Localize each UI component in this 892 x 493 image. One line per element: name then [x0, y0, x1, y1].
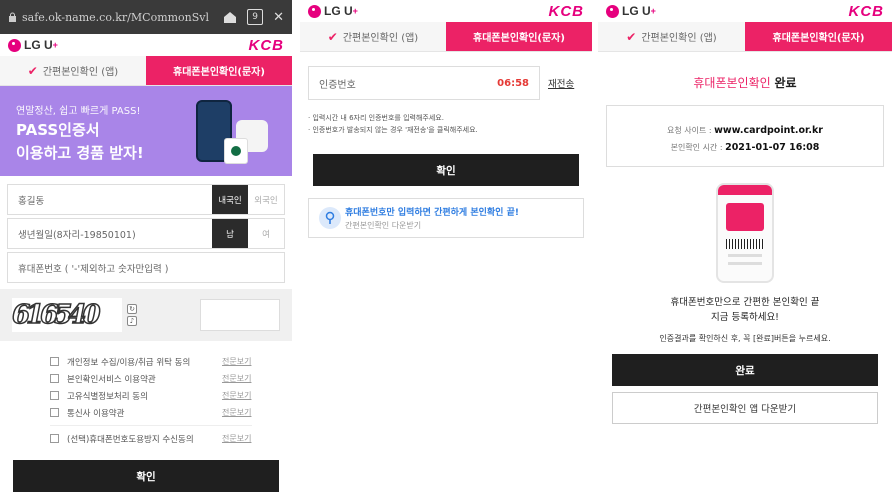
auth-tabs: ✔ 간편본인확인 (앱) 휴대폰본인확인(문자) [0, 56, 292, 86]
panel-completed: LG U + KCB ✔ 간편본인확인 (앱) 휴대폰본인확인(문자) 휴대폰본인확… [598, 0, 892, 493]
kcb-logo: KCB [248, 36, 284, 54]
code-entry-row: 인증번호 06:58 재전송 [308, 66, 584, 100]
phone-row: 휴대폰번호 ( '-'제외하고 숫자만입력 ) [7, 252, 285, 283]
captcha-input[interactable] [200, 299, 280, 331]
checkbox[interactable] [50, 374, 59, 383]
view-full-link[interactable]: 전문보기 [222, 390, 292, 401]
domestic-toggle[interactable]: 내국인 [212, 185, 248, 214]
tab-sms-auth[interactable]: 휴대폰본인확인(문자) [446, 22, 592, 51]
kcb-logo: KCB [548, 2, 584, 20]
pass-banner[interactable]: 연말정산, 쉽고 빠르게 PASS! PASS인증서 이용하고 경품 받자! [0, 86, 292, 176]
lgu-logo: LG U + [8, 38, 58, 52]
instruction-text: 인증결과를 확인하신 후, 꼭 [완료]버튼을 누르세요. [659, 334, 831, 343]
confirm-button[interactable]: 확인 [13, 460, 279, 492]
brand-bar: LG U + KCB [300, 0, 592, 22]
tab-app-auth[interactable]: ✔ 간편본인확인 (앱) [598, 22, 745, 51]
app-promo-banner[interactable]: 휴대폰번호만 입력하면 간편하게 본인확인 끝! 간편본인확인 다운받기 [308, 198, 584, 238]
gender-male-toggle[interactable]: 남 [212, 219, 248, 248]
checkbox[interactable] [50, 434, 59, 443]
browser-url-bar: safe.ok-name.co.kr/MCommonSvl 9 ✕ [0, 0, 292, 34]
gender-female-toggle[interactable]: 여 [248, 219, 284, 248]
brand-bar: LG U + KCB [598, 0, 892, 22]
foreign-toggle[interactable]: 외국인 [248, 185, 284, 214]
agreement-item[interactable]: 통신사 이용약관 전문보기 [50, 404, 292, 421]
tab-app-auth[interactable]: ✔ 간편본인확인 (앱) [300, 22, 446, 51]
coffee-cup-image [224, 138, 248, 164]
brand-bar: LG U + KCB [0, 34, 292, 56]
app-phone-image [716, 183, 774, 283]
download-app-button[interactable]: 간편본인확인 앱 다운받기 [612, 392, 878, 424]
key-icon [319, 207, 341, 229]
time-value: 2021-01-07 16:08 [725, 142, 820, 153]
agreement-item[interactable]: 고유식별정보처리 동의 전문보기 [50, 387, 292, 404]
agreement-item[interactable]: 개인정보 수집/이용/취급 위탁 동의 전문보기 [50, 353, 292, 370]
name-field[interactable]: 홍길동 [8, 185, 212, 214]
check-icon: ✔ [327, 29, 338, 44]
done-button[interactable]: 완료 [612, 354, 878, 386]
tab-count: 9 [247, 9, 264, 25]
tab-sms-auth[interactable]: 휴대폰본인확인(문자) [745, 22, 892, 51]
view-full-link[interactable]: 전문보기 [222, 373, 292, 384]
auth-tabs: ✔ 간편본인확인 (앱) 휴대폰본인확인(문자) [300, 22, 592, 52]
close-icon[interactable]: ✕ [273, 10, 284, 25]
check-icon: ✔ [27, 63, 38, 78]
resend-link[interactable]: 재전송 [548, 76, 584, 90]
checkbox[interactable] [50, 391, 59, 400]
view-full-link[interactable]: 전문보기 [222, 356, 292, 367]
view-full-link[interactable]: 전문보기 [222, 433, 292, 444]
promo-subtitle: 간편본인확인 다운받기 [345, 221, 422, 230]
tab-sms-auth[interactable]: 휴대폰본인확인(문자) [146, 56, 292, 85]
panel-input-form: safe.ok-name.co.kr/MCommonSvl 9 ✕ LG U + … [0, 0, 292, 493]
verification-code-input[interactable]: 인증번호 06:58 [308, 66, 540, 100]
checkbox[interactable] [50, 408, 59, 417]
captcha-image: 616540 [11, 298, 122, 332]
birthdate-field[interactable]: 생년월일(8자리-19850101) [8, 219, 212, 248]
promo-title: 휴대폰번호만 입력하면 간편하게 본인확인 끝! [345, 208, 519, 218]
view-full-link[interactable]: 전문보기 [222, 407, 292, 418]
auth-tabs: ✔ 간편본인확인 (앱) 휴대폰본인확인(문자) [598, 22, 892, 52]
lgu-logo: LG U + [308, 4, 358, 18]
refresh-icon[interactable]: ↻ [127, 304, 137, 314]
audio-icon[interactable]: ♪ [127, 316, 137, 326]
birth-row: 생년월일(8자리-19850101) 남 여 [7, 218, 285, 249]
agreement-item[interactable]: 본인확인서비스 이용약관 전문보기 [50, 370, 292, 387]
check-icon: ✔ [626, 29, 637, 44]
tab-app-auth[interactable]: ✔ 간편본인확인 (앱) [0, 56, 146, 85]
phone-number-field[interactable]: 휴대폰번호 ( '-'제외하고 숫자만입력 ) [8, 253, 284, 282]
lock-icon [9, 12, 16, 22]
lgu-logo: LG U + [606, 4, 656, 18]
site-value: www.cardpoint.or.kr [714, 125, 823, 136]
completion-title: 휴대폰본인확인 완료 [693, 76, 797, 90]
kcb-logo: KCB [848, 2, 884, 20]
agreement-list: 개인정보 수집/이용/취급 위탁 동의 전문보기 본인확인서비스 이용약관 전문보기… [0, 341, 292, 447]
countdown-timer: 06:58 [497, 77, 529, 89]
confirm-button[interactable]: 확인 [313, 154, 579, 186]
checkbox[interactable] [50, 357, 59, 366]
home-icon[interactable] [223, 11, 237, 24]
tabs-button[interactable]: 9 [247, 9, 264, 25]
identity-form: 홍길동 내국인 외국인 생년월일(8자리-19850101) 남 여 휴대폰번호… [0, 176, 292, 283]
verification-info-box: 요청 사이트 : www.cardpoint.or.kr 본인확인 시간 : 2… [606, 105, 884, 167]
notes: · 입력시간 내 6자리 인증번호를 입력해주세요. · 인증번호가 발송되지 … [308, 114, 478, 134]
promo-message: 휴대폰번호만으로 간편한 본인확인 끝 지금 등록하세요! [670, 297, 820, 323]
panel-verification-code: LG U + KCB ✔ 간편본인확인 (앱) 휴대폰본인확인(문자) 인증번호 0… [300, 0, 592, 493]
url-text[interactable]: safe.ok-name.co.kr/MCommonSvl [22, 11, 213, 24]
banner-small-text: 연말정산, 쉽고 빠르게 PASS! [16, 106, 141, 117]
captcha-area: 616540 ↻ ♪ [0, 289, 292, 341]
optional-agreement-item[interactable]: (선택)휴대폰번호도용방지 수신동의 전문보기 [50, 430, 292, 447]
name-row: 홍길동 내국인 외국인 [7, 184, 285, 215]
